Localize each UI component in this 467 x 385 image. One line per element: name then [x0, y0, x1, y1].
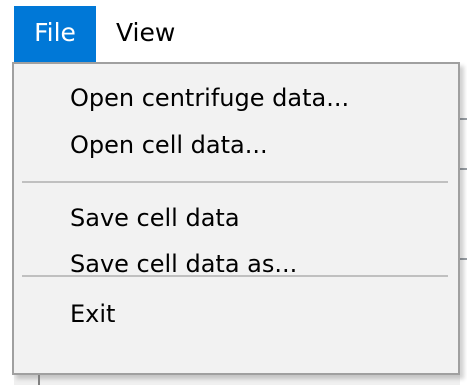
background-edge-mark [460, 118, 467, 120]
background-divider [38, 375, 40, 385]
menu-item-save-cell-data[interactable]: Save cell data [14, 195, 458, 241]
background-edge-mark [460, 258, 467, 260]
menu-separator [22, 181, 448, 183]
file-dropdown-menu: Open centrifuge data... Open cell data..… [12, 62, 460, 375]
background-edge-mark [460, 168, 467, 170]
menu-bar: File View [0, 0, 467, 62]
menu-item-open-centrifuge-data[interactable]: Open centrifuge data... [14, 75, 458, 121]
menu-item-save-cell-data-as[interactable]: Save cell data as... [14, 241, 458, 287]
menu-view[interactable]: View [98, 6, 188, 62]
menu-file[interactable]: File [14, 6, 96, 62]
menu-separator [22, 275, 448, 277]
menu-item-exit[interactable]: Exit [14, 291, 458, 337]
menu-item-open-cell-data[interactable]: Open cell data... [14, 122, 458, 168]
window-background-right [460, 62, 467, 385]
